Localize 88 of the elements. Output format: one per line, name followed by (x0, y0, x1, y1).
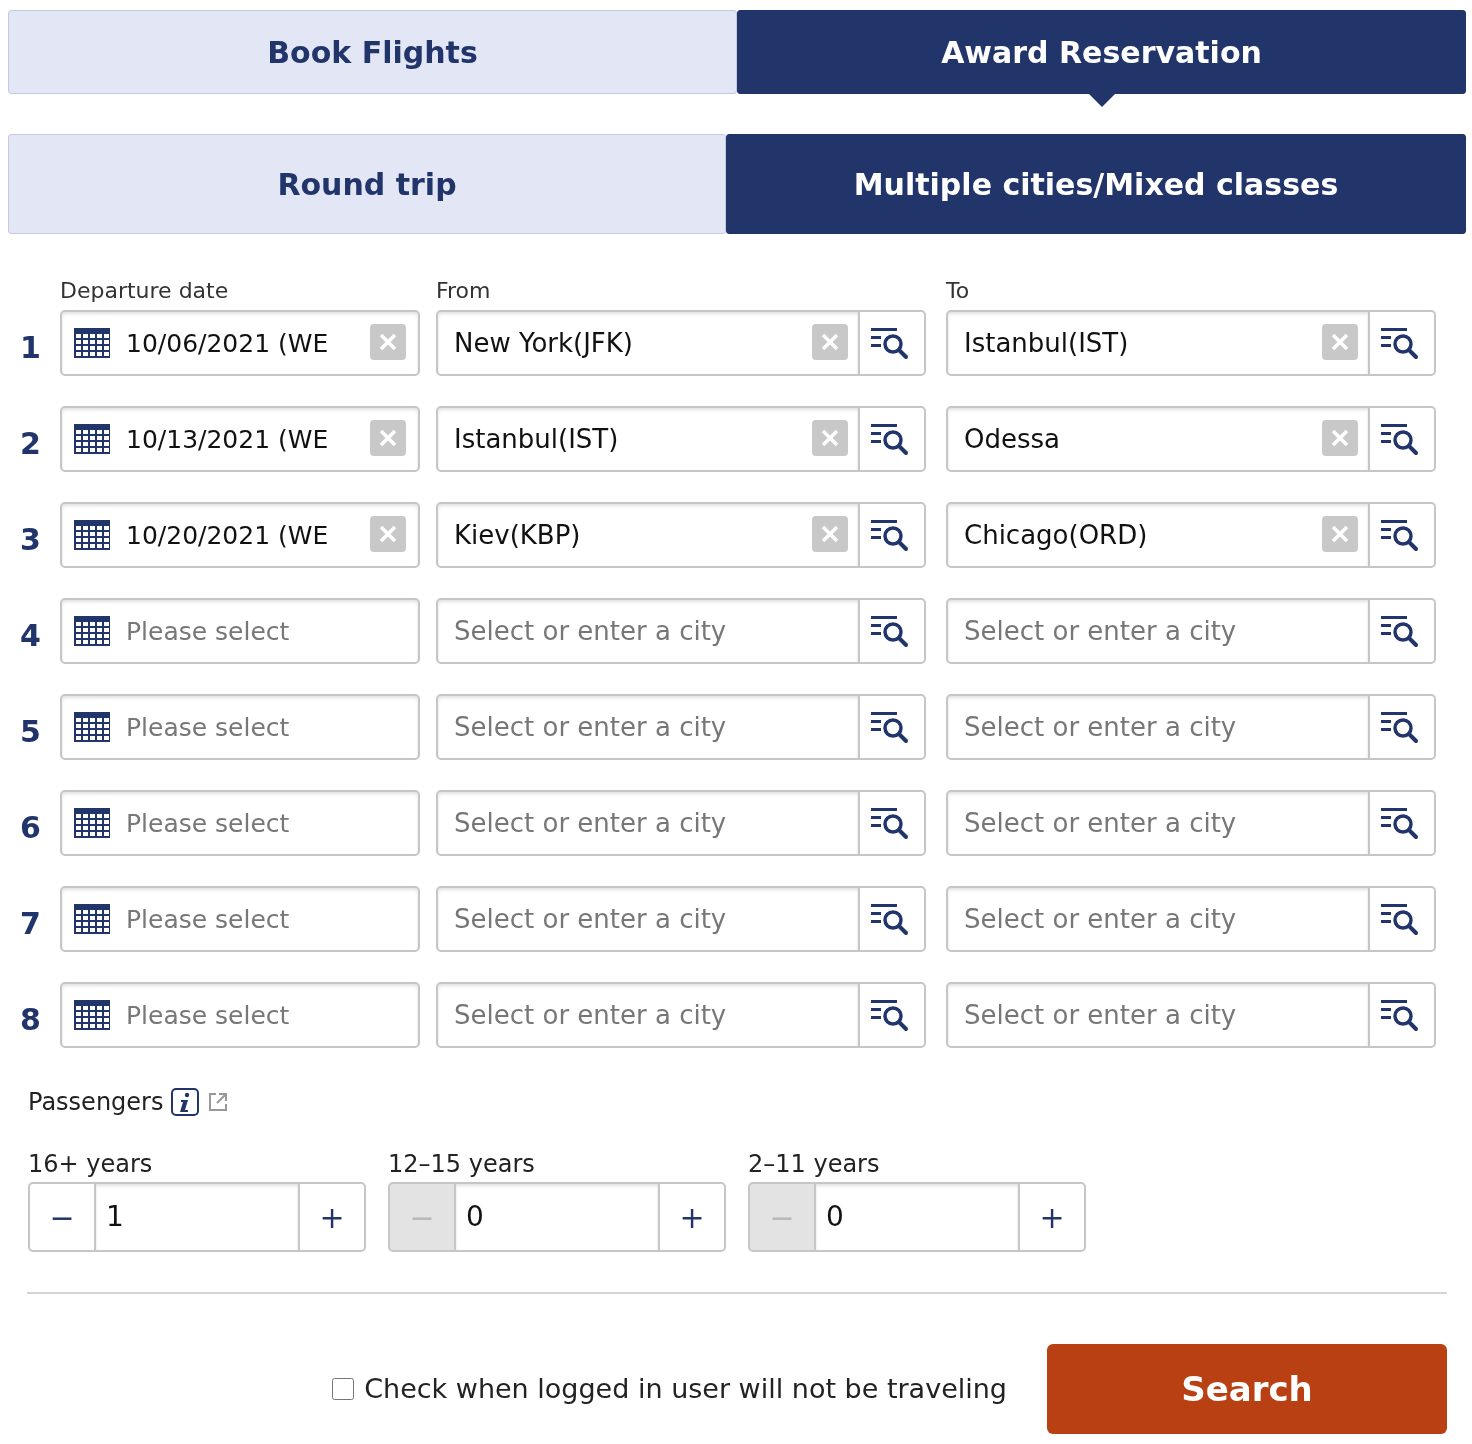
city-field[interactable]: New York(JFK) (436, 310, 860, 376)
lookup-button[interactable] (860, 310, 926, 376)
calendar-icon (74, 520, 110, 550)
lookup-button[interactable] (860, 598, 926, 664)
calendar-icon (74, 616, 110, 646)
lookup-button[interactable] (1370, 790, 1436, 856)
column-label: Departure date (60, 277, 230, 302)
increment-button[interactable]: + (298, 1182, 366, 1252)
lookup-button[interactable] (1370, 310, 1436, 376)
lookup-button[interactable] (860, 502, 926, 568)
count-field[interactable]: 0 (456, 1182, 658, 1252)
lookup-button[interactable] (1370, 406, 1436, 472)
lookup-button[interactable] (860, 886, 926, 952)
city-field[interactable]: Select or enter a city (946, 790, 1370, 856)
date-field[interactable]: Please select (60, 598, 420, 664)
lookup-button[interactable] (1370, 982, 1436, 1048)
lookup-button[interactable] (860, 790, 926, 856)
increment-button[interactable]: + (658, 1182, 726, 1252)
calendar-icon (74, 808, 110, 838)
decrement-button[interactable]: − (28, 1182, 96, 1252)
date-field[interactable]: Please select (60, 790, 420, 856)
lookup-button[interactable] (860, 694, 926, 760)
city-field[interactable]: Select or enter a city (436, 694, 860, 760)
city-field[interactable]: Select or enter a city (946, 982, 1370, 1048)
city-field[interactable]: Odessa (946, 406, 1370, 472)
info-icon[interactable] (171, 1088, 200, 1116)
city-field[interactable]: Select or enter a city (436, 886, 860, 952)
row-number: 6 (20, 808, 42, 847)
checkbox-label[interactable]: Check when logged in user will not be traveling (364, 1368, 1007, 1410)
row-number: 3 (20, 520, 42, 559)
age-label: 12–15 years (388, 1149, 536, 1180)
count-field[interactable]: 1 (96, 1182, 298, 1252)
close-icon (378, 332, 398, 352)
row-number: 4 (20, 616, 42, 655)
close-icon (820, 524, 840, 544)
close-icon (378, 428, 398, 448)
increment-button[interactable]: + (1018, 1182, 1086, 1252)
tab[interactable]: Multiple cities/Mixed classes (726, 134, 1466, 234)
lookup-button[interactable] (1370, 886, 1436, 952)
city-field[interactable]: Kiev(KBP) (436, 502, 860, 568)
tab[interactable]: Book Flights (8, 10, 737, 94)
date-field[interactable]: 10/06/2021 (WE (60, 310, 420, 376)
tab-pointer (1087, 93, 1116, 107)
column-label: From (436, 277, 492, 302)
lookup-button[interactable] (860, 406, 926, 472)
close-icon (1330, 332, 1350, 352)
age-label: 2–11 years (748, 1149, 881, 1180)
row-number: 7 (20, 904, 42, 943)
external-link-icon[interactable] (207, 1091, 230, 1113)
city-field[interactable]: Select or enter a city (946, 598, 1370, 664)
close-icon (378, 524, 398, 544)
count-field[interactable]: 0 (816, 1182, 1018, 1252)
city-field[interactable]: Istanbul(IST) (436, 406, 860, 472)
close-icon (1330, 524, 1350, 544)
city-field[interactable]: Select or enter a city (946, 886, 1370, 952)
row-number: 1 (20, 328, 42, 367)
row-number: 5 (20, 712, 42, 751)
city-field[interactable]: Chicago(ORD) (946, 502, 1370, 568)
lookup-button[interactable] (1370, 694, 1436, 760)
lookup-button[interactable] (1370, 502, 1436, 568)
city-field[interactable]: Select or enter a city (946, 694, 1370, 760)
close-icon (1330, 428, 1350, 448)
city-field[interactable]: Istanbul(IST) (946, 310, 1370, 376)
row-number: 8 (20, 1000, 42, 1039)
checkbox[interactable] (332, 1378, 355, 1400)
date-field[interactable]: Please select (60, 694, 420, 760)
city-field[interactable]: Select or enter a city (436, 982, 860, 1048)
calendar-icon (74, 424, 110, 454)
date-field[interactable]: Please select (60, 886, 420, 952)
age-label: 16+ years (28, 1149, 154, 1180)
search-button[interactable]: Search (1047, 1344, 1447, 1434)
date-field[interactable]: 10/20/2021 (WE (60, 502, 420, 568)
calendar-icon (74, 904, 110, 934)
close-icon (820, 332, 840, 352)
city-field[interactable]: Select or enter a city (436, 598, 860, 664)
lookup-button[interactable] (1370, 598, 1436, 664)
row-number: 2 (20, 424, 42, 463)
city-field[interactable]: Select or enter a city (436, 790, 860, 856)
lookup-button[interactable] (860, 982, 926, 1048)
tab[interactable]: Round trip (8, 134, 726, 234)
section-label: Passengers (28, 1087, 164, 1118)
date-field[interactable]: 10/13/2021 (WE (60, 406, 420, 472)
calendar-icon (74, 328, 110, 358)
calendar-icon (74, 712, 110, 742)
date-field[interactable]: Please select (60, 982, 420, 1048)
calendar-icon (74, 1000, 110, 1030)
column-label: To (946, 277, 970, 302)
close-icon (820, 428, 840, 448)
